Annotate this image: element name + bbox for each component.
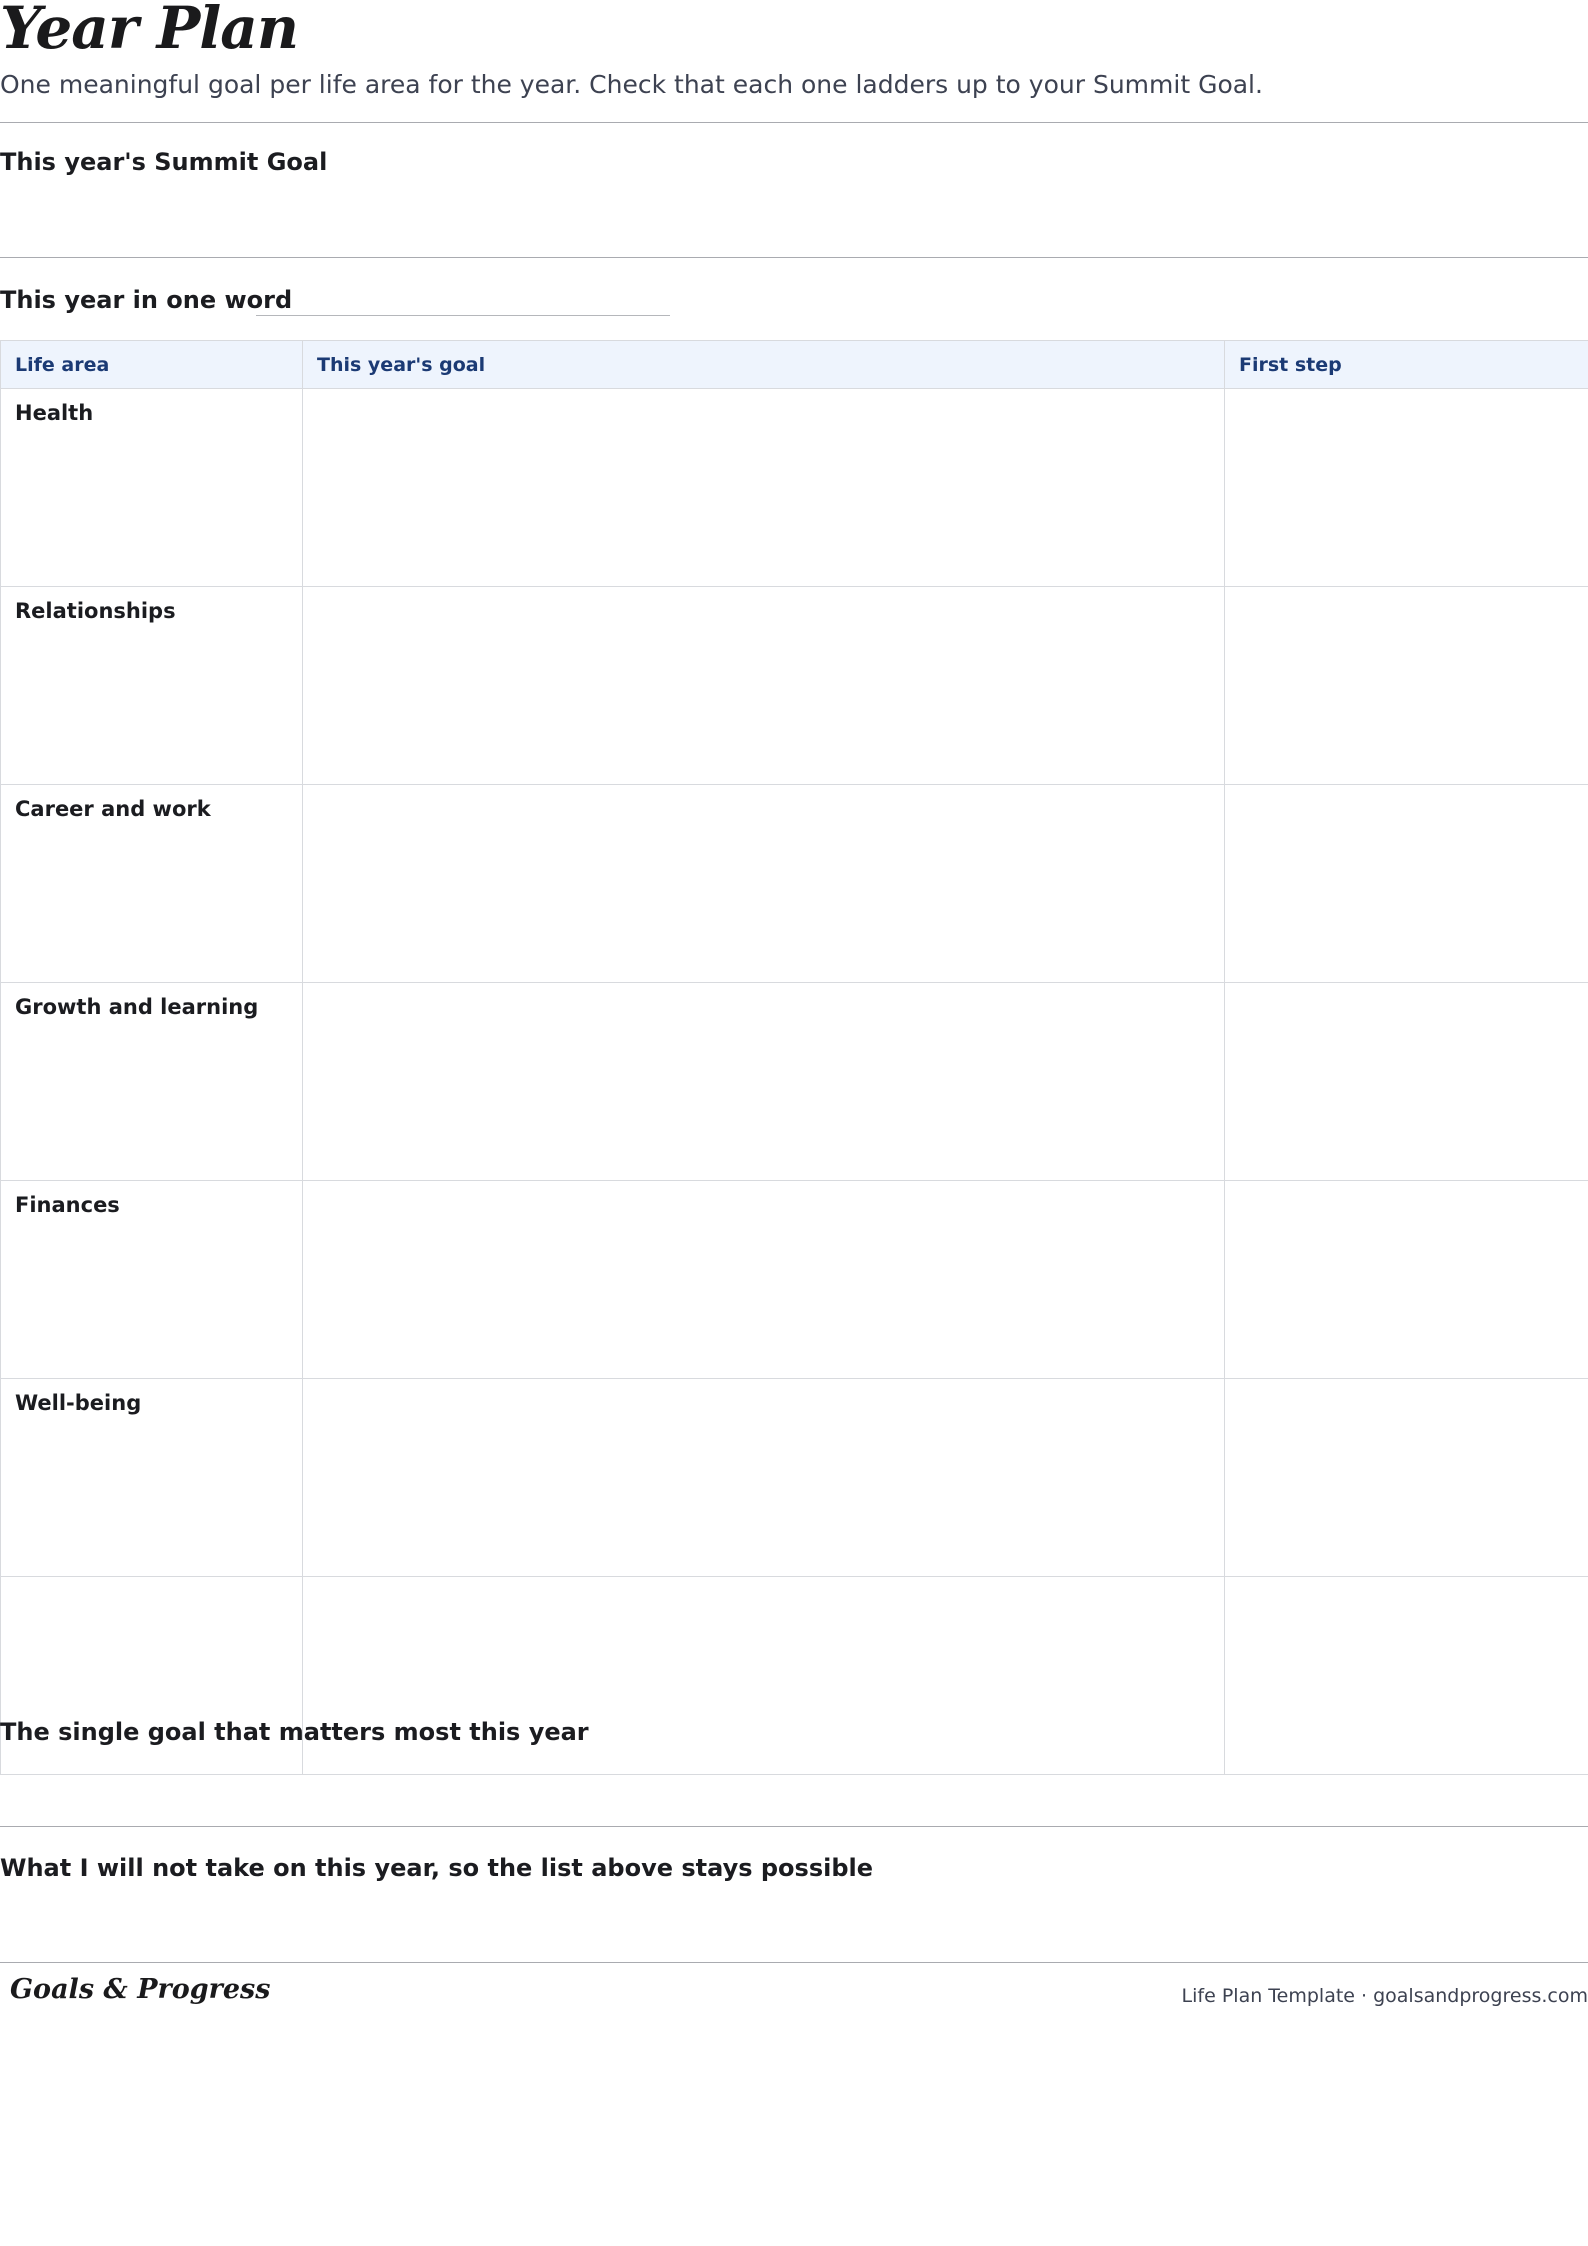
page-subtitle: One meaningful goal per life area for th…	[0, 70, 1263, 99]
column-header-goal: This year's goal	[302, 340, 1225, 389]
table-row: Relationships	[0, 586, 1588, 785]
table-header-row: Life area This year's goal First step	[0, 340, 1588, 389]
table-row: Growth and learning	[0, 982, 1588, 1181]
goal-cell[interactable]	[302, 784, 1225, 983]
life-area-cell: Career and work	[0, 784, 303, 983]
life-area-cell: Well-being	[0, 1378, 303, 1577]
summit-goal-write-line[interactable]	[0, 257, 1588, 258]
year-plan-page: Year Plan One meaningful goal per life a…	[0, 0, 1588, 2246]
life-area-cell: Finances	[0, 1180, 303, 1379]
goal-cell[interactable]	[302, 1180, 1225, 1379]
life-area-cell: Relationships	[0, 586, 303, 785]
footer-meta-text: Life Plan Template · goalsandprogress.co…	[1181, 1985, 1588, 2007]
summit-goal-label: This year's Summit Goal	[0, 148, 328, 176]
table-row: Health	[0, 388, 1588, 587]
single-goal-label: The single goal that matters most this y…	[0, 1718, 589, 1746]
goal-cell[interactable]	[302, 388, 1225, 587]
column-header-first-step: First step	[1224, 340, 1588, 389]
table-row: Well-being	[0, 1378, 1588, 1577]
not-taking-label: What I will not take on this year, so th…	[0, 1854, 874, 1882]
first-step-cell[interactable]	[1224, 586, 1588, 785]
table-row: Finances	[0, 1180, 1588, 1379]
header-divider	[0, 122, 1588, 123]
single-goal-write-line[interactable]	[0, 1826, 1588, 1827]
page-title: Year Plan	[0, 0, 299, 62]
first-step-cell[interactable]	[1224, 1378, 1588, 1577]
first-step-cell[interactable]	[1224, 1180, 1588, 1379]
goal-cell[interactable]	[302, 1378, 1225, 1577]
life-area-cell: Growth and learning	[0, 982, 303, 1181]
life-area-cell: Health	[0, 388, 303, 587]
column-header-life-area: Life area	[0, 340, 303, 389]
one-word-write-line[interactable]	[256, 315, 670, 316]
goal-cell[interactable]	[302, 982, 1225, 1181]
first-step-cell[interactable]	[1224, 1576, 1588, 1775]
brand-logo: Goals & Progress	[10, 1974, 271, 2005]
footer-divider	[0, 1962, 1588, 1963]
first-step-cell[interactable]	[1224, 982, 1588, 1181]
goal-cell[interactable]	[302, 586, 1225, 785]
table-row: Career and work	[0, 784, 1588, 983]
one-word-label: This year in one word	[0, 286, 293, 314]
first-step-cell[interactable]	[1224, 784, 1588, 983]
life-area-table: Life area This year's goal First step He…	[0, 340, 1588, 1775]
first-step-cell[interactable]	[1224, 388, 1588, 587]
